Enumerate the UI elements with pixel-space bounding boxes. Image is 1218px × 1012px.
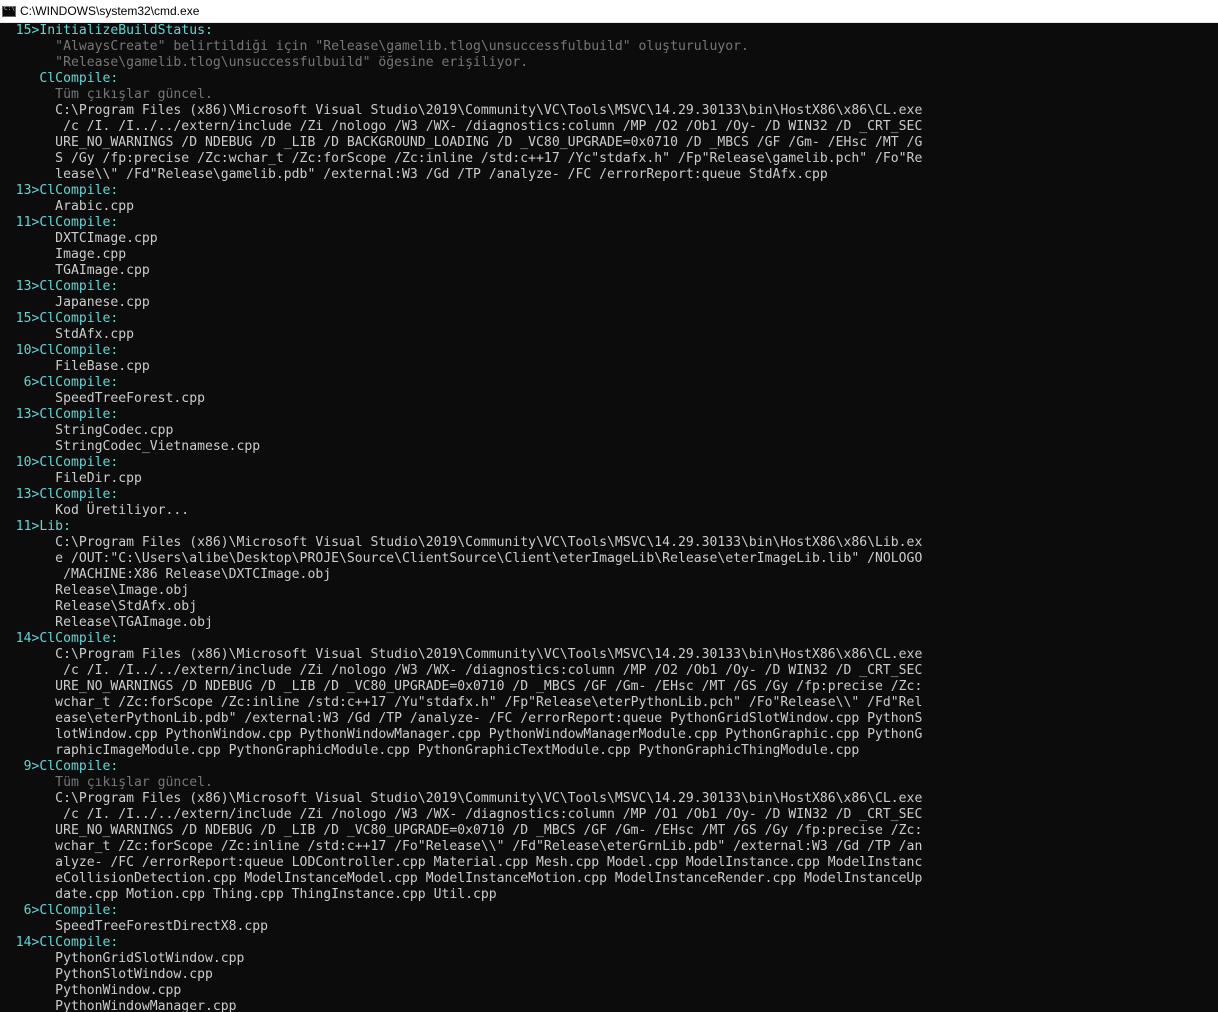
console-line: Arabic.cpp xyxy=(0,199,135,214)
console-line: /c /I. /I../../extern/include /Zi /nolog… xyxy=(0,663,923,678)
console-line: Tüm çıkışlar güncel. xyxy=(0,87,213,102)
cmd-app-icon xyxy=(2,5,16,17)
console-line: SpeedTreeForest.cpp xyxy=(0,391,205,406)
console-line: "Release\gamelib.tlog\unsuccessfulbuild"… xyxy=(0,55,529,70)
console-line: DXTCImage.cpp xyxy=(0,231,158,246)
console-line: PythonWindow.cpp xyxy=(0,983,182,998)
console-line: ease\eterPythonLib.pdb" /external:W3 /Gd… xyxy=(0,711,923,726)
console-line: 9>ClCompile: xyxy=(0,759,119,774)
console-line: PythonWindowManager.cpp xyxy=(0,999,237,1012)
console-line: wchar_t /Zc:forScope /Zc:inline /std:c++… xyxy=(0,695,923,710)
console-line: 14>ClCompile: xyxy=(0,935,119,950)
console-line: URE_NO_WARNINGS /D NDEBUG /D _LIB /D _VC… xyxy=(0,679,923,694)
window-title: C:\WINDOWS\system32\cmd.exe xyxy=(20,4,200,18)
console-line: 11>ClCompile: xyxy=(0,215,119,230)
console-line: date.cpp Motion.cpp Thing.cpp ThingInsta… xyxy=(0,887,497,902)
console-line: alyze- /FC /errorReport:queue LODControl… xyxy=(0,855,923,870)
console-line: PythonGridSlotWindow.cpp xyxy=(0,951,245,966)
console-line: lotWindow.cpp PythonWindow.cpp PythonWin… xyxy=(0,727,923,742)
console-line: Release\StdAfx.obj xyxy=(0,599,198,614)
console-line: 15>ClCompile: xyxy=(0,311,119,326)
console-line: C:\Program Files (x86)\Microsoft Visual … xyxy=(0,103,923,118)
console-output[interactable]: 15>InitializeBuildStatus: "AlwaysCreate"… xyxy=(0,23,1218,1012)
console-line: 13>ClCompile: xyxy=(0,183,119,198)
console-line: wchar_t /Zc:forScope /Zc:inline /std:c++… xyxy=(0,839,923,854)
console-line: URE_NO_WARNINGS /D NDEBUG /D _LIB /D _VC… xyxy=(0,823,923,838)
console-line: lease\\" /Fd"Release\gamelib.pdb" /exter… xyxy=(0,167,828,182)
console-line: /MACHINE:X86 Release\DXTCImage.obj xyxy=(0,567,332,582)
console-line: 13>ClCompile: xyxy=(0,487,119,502)
console-line: raphicImageModule.cpp PythonGraphicModul… xyxy=(0,743,860,758)
console-line: "AlwaysCreate" belirtildiği için "Releas… xyxy=(0,39,749,54)
console-line: StringCodec.cpp xyxy=(0,423,174,438)
console-line: SpeedTreeForestDirectX8.cpp xyxy=(0,919,269,934)
console-line: 6>ClCompile: xyxy=(0,903,119,918)
console-line: URE_NO_WARNINGS /D NDEBUG /D _LIB /D BAC… xyxy=(0,135,923,150)
console-line: C:\Program Files (x86)\Microsoft Visual … xyxy=(0,535,923,550)
console-line: S /Gy /fp:precise /Zc:wchar_t /Zc:forSco… xyxy=(0,151,923,166)
console-line: Japanese.cpp xyxy=(0,295,150,310)
cmd-window: C:\WINDOWS\system32\cmd.exe 15>Initializ… xyxy=(0,0,1218,1012)
console-line: FileBase.cpp xyxy=(0,359,150,374)
console-line: FileDir.cpp xyxy=(0,471,142,486)
console-line: 13>ClCompile: xyxy=(0,279,119,294)
console-line: 10>ClCompile: xyxy=(0,343,119,358)
console-line: Image.cpp xyxy=(0,247,127,262)
console-line: StringCodec_Vietnamese.cpp xyxy=(0,439,261,454)
console-line: C:\Program Files (x86)\Microsoft Visual … xyxy=(0,791,923,806)
console-line: 14>ClCompile: xyxy=(0,631,119,646)
console-line: Release\TGAImage.obj xyxy=(0,615,213,630)
console-line: ClCompile: xyxy=(0,71,119,86)
console-line: Release\Image.obj xyxy=(0,583,190,598)
console-line: Kod Üretiliyor... xyxy=(0,503,190,518)
console-line: 15>InitializeBuildStatus: xyxy=(0,23,213,38)
console-line: eCollisionDetection.cpp ModelInstanceMod… xyxy=(0,871,923,886)
console-line: 11>Lib: xyxy=(0,519,71,534)
console-line: C:\Program Files (x86)\Microsoft Visual … xyxy=(0,647,923,662)
console-line: 6>ClCompile: xyxy=(0,375,119,390)
title-bar[interactable]: C:\WINDOWS\system32\cmd.exe xyxy=(0,0,1218,23)
console-line: e /OUT:"C:\Users\alibe\Desktop\PROJE\Sou… xyxy=(0,551,923,566)
console-line: 10>ClCompile: xyxy=(0,455,119,470)
console-line: Tüm çıkışlar güncel. xyxy=(0,775,213,790)
console-line: TGAImage.cpp xyxy=(0,263,150,278)
console-line: 13>ClCompile: xyxy=(0,407,119,422)
console-line: /c /I. /I../../extern/include /Zi /nolog… xyxy=(0,807,923,822)
console-line: PythonSlotWindow.cpp xyxy=(0,967,213,982)
console-line: /c /I. /I../../extern/include /Zi /nolog… xyxy=(0,119,923,134)
console-line: StdAfx.cpp xyxy=(0,327,135,342)
